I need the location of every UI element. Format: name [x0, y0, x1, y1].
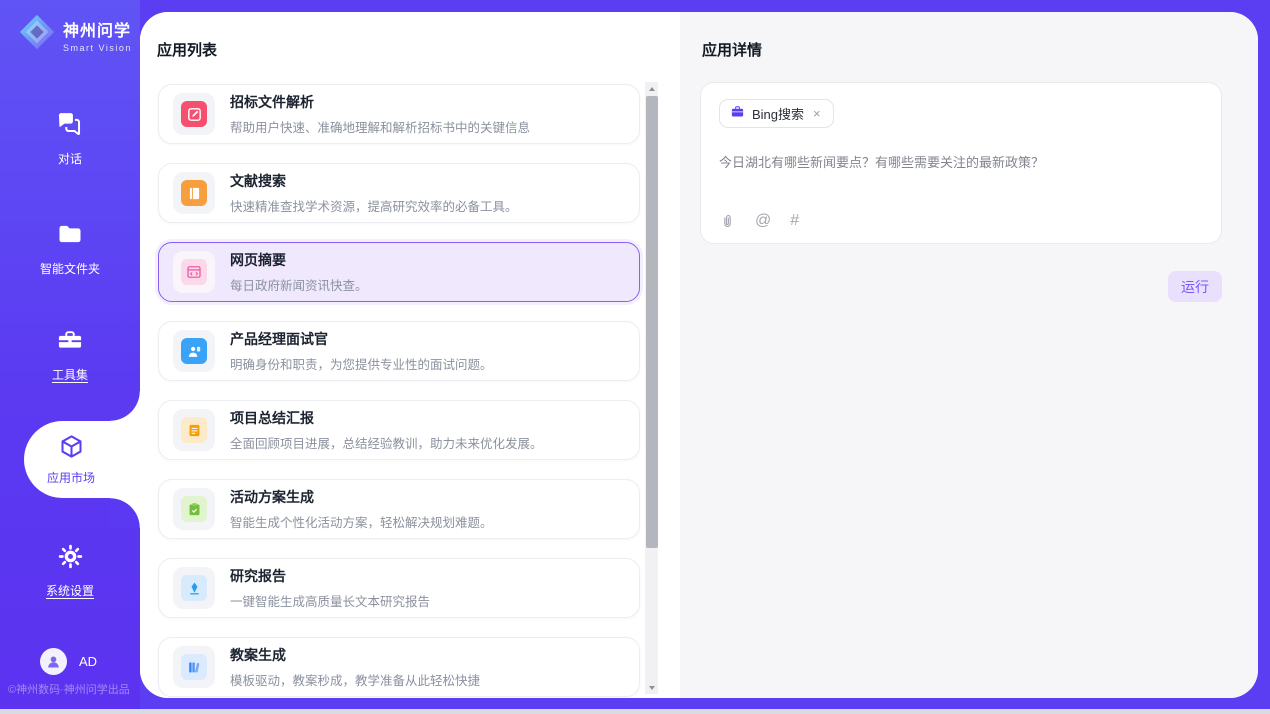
- app-desc: 快速精准查找学术资源，提高研究效率的必备工具。: [230, 196, 518, 215]
- tool-tag-label: Bing搜索: [752, 104, 804, 123]
- toolbox-icon: [56, 326, 84, 359]
- prompt-card: Bing搜索 × 今日湖北有哪些新闻要点？有哪些需要关注的最新政策？ @ #: [700, 82, 1222, 244]
- briefcase-icon: [730, 104, 745, 124]
- sidebar: 神州问学 Smart Vision 对话 智能文件夹: [0, 0, 140, 714]
- app-desc: 一键智能生成高质量长文本研究报告: [230, 591, 430, 610]
- gear-icon: [57, 543, 84, 575]
- brand-subtitle: Smart Vision: [63, 43, 132, 53]
- app-card-event-plan[interactable]: 活动方案生成 智能生成个性化活动方案，轻松解决规划难题。: [158, 479, 640, 539]
- sidebar-item-smart-folder[interactable]: 智能文件夹: [0, 220, 140, 277]
- scrollbar-thumb[interactable]: [646, 96, 658, 548]
- scroll-down-button[interactable]: [645, 681, 658, 694]
- avatar: [40, 648, 67, 675]
- logo-diamond-icon: [18, 13, 56, 56]
- clipboard-check-icon: [181, 496, 207, 522]
- app-detail-panel: 应用详情 Bing搜索 × 今日湖北有哪些新闻要点？有哪些需要关注的最新政策？: [680, 12, 1258, 698]
- app-list-title: 应用列表: [157, 39, 217, 60]
- sidebar-item-label: 工具集: [52, 366, 88, 383]
- app-card-web-summary[interactable]: 网页摘要 每日政府新闻资讯快查。: [158, 242, 640, 302]
- content-area: 应用列表 招标文件解析 帮助用户快速、准确地理解和解析招标书中的关键信息: [140, 12, 1258, 698]
- hash-topic-icon[interactable]: #: [790, 212, 799, 230]
- app-desc: 每日政府新闻资讯快查。: [230, 275, 368, 294]
- brand-name: 神州问学: [63, 17, 132, 41]
- app-title: 项目总结汇报: [230, 408, 543, 428]
- list-scrollbar[interactable]: [645, 82, 658, 694]
- app-card-research-report[interactable]: 研究报告 一键智能生成高质量长文本研究报告: [158, 558, 640, 618]
- sidebar-item-label: 智能文件夹: [40, 260, 100, 277]
- user-initials: AD: [79, 654, 97, 669]
- app-card-lesson-plan[interactable]: 教案生成 模板驱动，教案秒成，教学准备从此轻松快捷: [158, 637, 640, 697]
- app-desc: 帮助用户快速、准确地理解和解析招标书中的关键信息: [230, 117, 530, 136]
- app-title: 教案生成: [230, 645, 480, 665]
- sidebar-item-chat[interactable]: 对话: [0, 110, 140, 167]
- app-title: 文献搜索: [230, 171, 518, 191]
- app-title: 产品经理面试官: [230, 329, 493, 349]
- user-chip[interactable]: AD: [40, 648, 97, 675]
- triangle-up-icon: [649, 87, 655, 91]
- sidebar-item-label: 对话: [58, 150, 82, 167]
- app-logo: 神州问学 Smart Vision: [18, 13, 132, 56]
- app-list-panel: 应用列表 招标文件解析 帮助用户快速、准确地理解和解析招标书中的关键信息: [140, 12, 680, 698]
- app-card-pm-interviewer[interactable]: 产品经理面试官 明确身份和职责，为您提供专业性的面试问题。: [158, 321, 640, 381]
- run-button[interactable]: 运行: [1168, 271, 1222, 302]
- interviewer-icon: [181, 338, 207, 364]
- folder-icon: [56, 220, 84, 253]
- app-title: 活动方案生成: [230, 487, 493, 507]
- pen-nib-icon: [181, 575, 207, 601]
- app-desc: 明确身份和职责，为您提供专业性的面试问题。: [230, 354, 493, 373]
- prompt-input[interactable]: 今日湖北有哪些新闻要点？有哪些需要关注的最新政策？: [719, 153, 1203, 193]
- app-card-project-summary[interactable]: 项目总结汇报 全面回顾项目进展，总结经验教训，助力未来优化发展。: [158, 400, 640, 460]
- cube-icon: [58, 433, 85, 465]
- edit-pen-icon: [181, 101, 207, 127]
- book-icon: [181, 180, 207, 206]
- app-desc: 全面回顾项目进展，总结经验教训，助力未来优化发展。: [230, 433, 543, 452]
- triangle-down-icon: [649, 686, 655, 690]
- app-desc: 智能生成个性化活动方案，轻松解决规划难题。: [230, 512, 493, 531]
- sidebar-item-label: 应用市场: [47, 469, 95, 486]
- sidebar-item-app-market[interactable]: 应用市场: [24, 421, 140, 498]
- app-card-bid-analysis[interactable]: 招标文件解析 帮助用户快速、准确地理解和解析招标书中的关键信息: [158, 84, 640, 144]
- chat-icon: [56, 110, 84, 143]
- app-card-list: 招标文件解析 帮助用户快速、准确地理解和解析招标书中的关键信息 文献搜索 快速精…: [158, 84, 640, 698]
- window-bottom-edge: [0, 709, 1270, 714]
- at-mention-icon[interactable]: @: [755, 212, 771, 230]
- paperclip-icon[interactable]: [719, 213, 736, 230]
- app-title: 网页摘要: [230, 250, 368, 270]
- books-icon: [181, 654, 207, 680]
- scroll-up-button[interactable]: [645, 82, 658, 95]
- memo-icon: [181, 417, 207, 443]
- app-title: 研究报告: [230, 566, 430, 586]
- sidebar-item-toolset[interactable]: 工具集: [0, 326, 140, 383]
- app-title: 招标文件解析: [230, 92, 530, 112]
- close-icon[interactable]: ×: [811, 106, 823, 121]
- app-desc: 模板驱动，教案秒成，教学准备从此轻松快捷: [230, 670, 480, 689]
- sidebar-item-settings[interactable]: 系统设置: [0, 543, 140, 599]
- sidebar-item-label: 系统设置: [46, 582, 94, 599]
- copyright-text: ©神州数码·神州问学出品: [8, 681, 130, 697]
- prompt-toolbar: @ #: [719, 212, 799, 230]
- browser-code-icon: [181, 259, 207, 285]
- app-card-literature-search[interactable]: 文献搜索 快速精准查找学术资源，提高研究效率的必备工具。: [158, 163, 640, 223]
- app-detail-title: 应用详情: [702, 39, 762, 60]
- tool-tag-bing-search: Bing搜索 ×: [719, 99, 834, 128]
